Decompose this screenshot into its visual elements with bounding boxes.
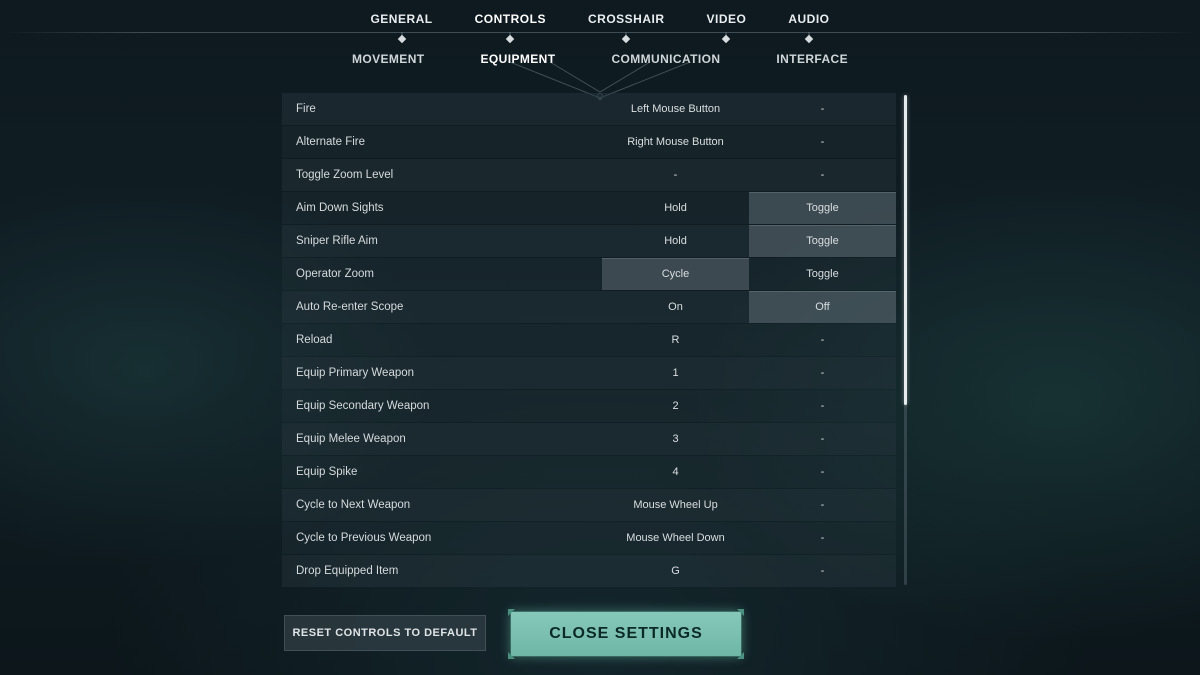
scrollbar-thumb[interactable] <box>904 95 907 405</box>
setting-row: FireLeft Mouse Button- <box>282 93 896 125</box>
setting-value-secondary[interactable]: Off <box>749 291 896 323</box>
setting-value-primary[interactable]: Mouse Wheel Up <box>602 489 749 521</box>
setting-label: Equip Spike <box>282 456 602 488</box>
reset-controls-button[interactable]: RESET CONTROLS TO DEFAULT <box>284 615 486 651</box>
setting-value-primary[interactable]: On <box>602 291 749 323</box>
setting-value-secondary[interactable]: - <box>749 126 896 158</box>
sub-tab-communication[interactable]: COMMUNICATION <box>609 48 722 70</box>
scrollbar-track[interactable] <box>904 95 907 585</box>
setting-value-primary[interactable]: - <box>602 159 749 191</box>
setting-value-secondary[interactable]: - <box>749 390 896 422</box>
setting-label: Fire <box>282 93 602 125</box>
setting-value-secondary[interactable]: Toggle <box>749 258 896 290</box>
setting-value-secondary[interactable]: - <box>749 324 896 356</box>
close-settings-button[interactable]: CLOSE SETTINGS <box>510 611 742 657</box>
setting-label: Alternate Fire <box>282 126 602 158</box>
setting-label: Equip Melee Weapon <box>282 423 602 455</box>
setting-value-secondary[interactable]: Toggle <box>749 192 896 224</box>
setting-value-secondary[interactable]: - <box>749 423 896 455</box>
setting-row: Cycle to Next WeaponMouse Wheel Up- <box>282 489 896 521</box>
setting-value-secondary[interactable]: - <box>749 357 896 389</box>
setting-row: ReloadR- <box>282 324 896 356</box>
setting-row: Cycle to Previous WeaponMouse Wheel Down… <box>282 522 896 554</box>
top-tab-general[interactable]: GENERAL <box>368 8 434 40</box>
setting-value-primary[interactable]: 2 <box>602 390 749 422</box>
setting-label: Toggle Zoom Level <box>282 159 602 191</box>
setting-value-primary[interactable]: 4 <box>602 456 749 488</box>
sub-tab-interface[interactable]: INTERFACE <box>774 48 850 70</box>
setting-row: Equip Secondary Weapon2- <box>282 390 896 422</box>
setting-value-secondary[interactable]: - <box>749 489 896 521</box>
setting-label: Operator Zoom <box>282 258 602 290</box>
setting-value-secondary[interactable]: - <box>749 159 896 191</box>
top-tabs: GENERAL CONTROLS CROSSHAIR VIDEO AUDIO <box>0 8 1200 40</box>
setting-value-primary[interactable]: 1 <box>602 357 749 389</box>
top-tab-audio[interactable]: AUDIO <box>786 8 831 40</box>
setting-value-primary[interactable]: R <box>602 324 749 356</box>
setting-label: Reload <box>282 324 602 356</box>
setting-value-primary[interactable]: Cycle <box>602 258 749 290</box>
setting-value-primary[interactable]: Right Mouse Button <box>602 126 749 158</box>
corner-ornament-icon <box>508 652 515 659</box>
setting-label: Sniper Rifle Aim <box>282 225 602 257</box>
top-divider <box>6 32 1194 33</box>
setting-value-primary[interactable]: Left Mouse Button <box>602 93 749 125</box>
setting-value-secondary[interactable]: - <box>749 93 896 125</box>
setting-row: Drop Equipped ItemG- <box>282 555 896 587</box>
sub-tabs: MOVEMENT EQUIPMENT COMMUNICATION INTERFACE <box>0 48 1200 70</box>
setting-value-secondary[interactable]: Toggle <box>749 225 896 257</box>
setting-label: Drop Equipped Item <box>282 555 602 587</box>
setting-value-secondary[interactable]: - <box>749 555 896 587</box>
setting-row: Equip Primary Weapon1- <box>282 357 896 389</box>
corner-ornament-icon <box>737 652 744 659</box>
setting-value-primary[interactable]: Mouse Wheel Down <box>602 522 749 554</box>
top-tab-controls[interactable]: CONTROLS <box>473 8 548 40</box>
setting-row: Operator ZoomCycleToggle <box>282 258 896 290</box>
setting-row: Alternate FireRight Mouse Button- <box>282 126 896 158</box>
sub-tab-movement[interactable]: MOVEMENT <box>350 48 427 70</box>
setting-value-secondary[interactable]: - <box>749 456 896 488</box>
setting-row: Equip Spike4- <box>282 456 896 488</box>
setting-value-primary[interactable]: 3 <box>602 423 749 455</box>
setting-value-secondary[interactable]: - <box>749 522 896 554</box>
setting-label: Cycle to Next Weapon <box>282 489 602 521</box>
settings-panel: FireLeft Mouse Button-Alternate FireRigh… <box>282 93 914 591</box>
setting-row: Toggle Zoom Level-- <box>282 159 896 191</box>
setting-value-primary[interactable]: Hold <box>602 225 749 257</box>
setting-row: Equip Melee Weapon3- <box>282 423 896 455</box>
reset-controls-label: RESET CONTROLS TO DEFAULT <box>292 627 477 639</box>
setting-row: Sniper Rifle AimHoldToggle <box>282 225 896 257</box>
close-settings-label: CLOSE SETTINGS <box>549 625 703 643</box>
top-tab-crosshair[interactable]: CROSSHAIR <box>586 8 667 40</box>
setting-value-primary[interactable]: Hold <box>602 192 749 224</box>
sub-tab-equipment[interactable]: EQUIPMENT <box>479 48 558 70</box>
setting-row: Auto Re-enter ScopeOnOff <box>282 291 896 323</box>
setting-label: Auto Re-enter Scope <box>282 291 602 323</box>
setting-label: Cycle to Previous Weapon <box>282 522 602 554</box>
top-tab-video[interactable]: VIDEO <box>705 8 749 40</box>
setting-row: Aim Down SightsHoldToggle <box>282 192 896 224</box>
setting-value-primary[interactable]: G <box>602 555 749 587</box>
setting-label: Equip Secondary Weapon <box>282 390 602 422</box>
setting-label: Equip Primary Weapon <box>282 357 602 389</box>
setting-label: Aim Down Sights <box>282 192 602 224</box>
